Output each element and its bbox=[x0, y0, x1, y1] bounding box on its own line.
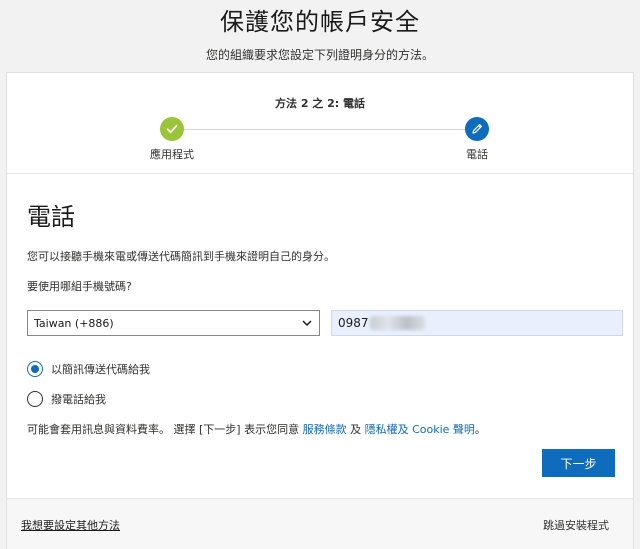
phone-number-field[interactable]: 0987 bbox=[331, 310, 623, 336]
footer-bar: 我想要設定其他方法 跳過安裝程式 bbox=[7, 498, 633, 549]
step-progress: 方法 2 之 2: 電話 應用程式 電話 bbox=[7, 73, 633, 174]
section-title: 電話 bbox=[27, 203, 75, 231]
other-methods-link[interactable]: 我想要設定其他方法 bbox=[21, 517, 120, 533]
step-label-phone: 電話 bbox=[466, 148, 488, 161]
sms-option-label: 以簡訊傳送代碼給我 bbox=[51, 363, 150, 376]
terms-prefix: 可能會套用訊息與資料費率。 選擇 [下一步] 表示您同意 bbox=[27, 423, 303, 436]
country-code-select[interactable]: Taiwan (+886) bbox=[27, 310, 320, 336]
section-description: 您可以接聽手機來電或傳送代碼簡訊到手機來證明自己的身分。 bbox=[27, 250, 335, 263]
call-radio[interactable] bbox=[27, 391, 43, 407]
terms-and: 及 bbox=[346, 423, 365, 436]
service-terms-link[interactable]: 服務條款 bbox=[303, 423, 347, 436]
pencil-icon bbox=[472, 124, 482, 134]
terms-text: 可能會套用訊息與資料費率。 選擇 [下一步] 表示您同意 服務條款 及 隱私權及… bbox=[27, 421, 486, 437]
call-option-label: 撥電話給我 bbox=[51, 393, 106, 406]
check-icon bbox=[166, 124, 178, 134]
privacy-link[interactable]: 隱私權及 Cookie 聲明 bbox=[365, 423, 475, 436]
phone-number-value: 0987 bbox=[338, 316, 369, 330]
terms-suffix: 。 bbox=[474, 423, 486, 436]
sms-radio[interactable] bbox=[27, 361, 43, 377]
redacted-digits bbox=[369, 316, 425, 330]
progress-line bbox=[172, 129, 480, 130]
page-title: 保護您的帳戶安全 bbox=[220, 8, 420, 36]
step-label-app: 應用程式 bbox=[150, 148, 194, 161]
phone-question: 要使用哪組手機號碼? bbox=[27, 280, 132, 293]
chevron-down-icon bbox=[302, 320, 312, 327]
step-title: 方法 2 之 2: 電話 bbox=[274, 97, 366, 110]
skip-setup-link[interactable]: 跳過安裝程式 bbox=[543, 517, 609, 533]
step-current-indicator bbox=[465, 117, 489, 141]
step-done-indicator bbox=[160, 117, 184, 141]
sms-option[interactable]: 以簡訊傳送代碼給我 bbox=[27, 361, 150, 377]
setup-card: 方法 2 之 2: 電話 應用程式 電話 電話 您可以接聽手機來電或傳送代碼簡訊… bbox=[6, 72, 634, 549]
call-option[interactable]: 撥電話給我 bbox=[27, 391, 106, 407]
page-subtitle: 您的組織要求您設定下列證明身分的方法。 bbox=[205, 48, 434, 62]
country-code-value: Taiwan (+886) bbox=[34, 316, 114, 330]
next-button[interactable]: 下一步 bbox=[542, 449, 615, 477]
